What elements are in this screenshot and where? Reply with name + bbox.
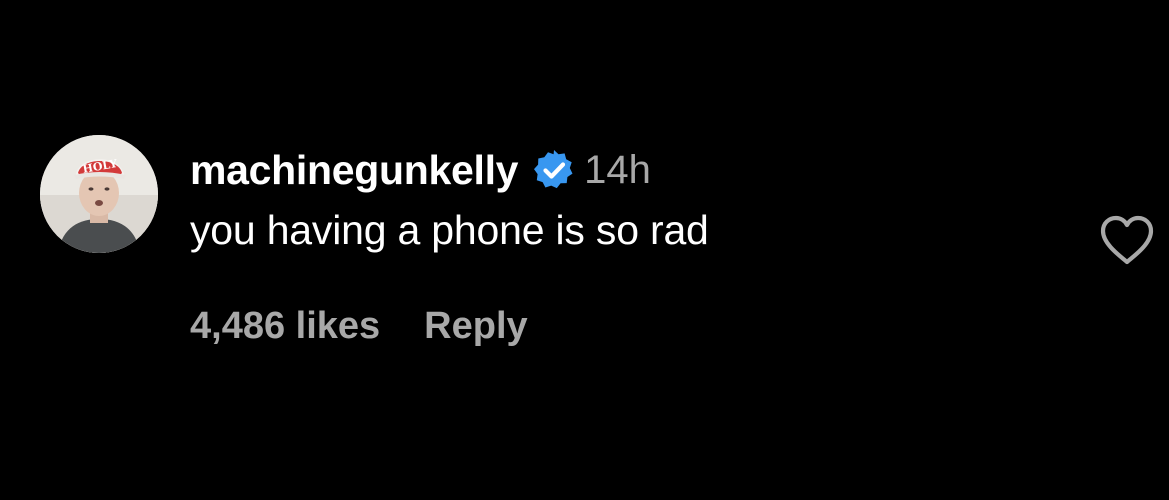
reply-button[interactable]: Reply xyxy=(424,305,527,348)
comment-actions: 4,486 likes Reply xyxy=(190,305,528,348)
heart-outline-icon[interactable] xyxy=(1097,212,1157,268)
comment-text: you having a phone is so rad xyxy=(190,207,709,253)
username-link[interactable]: machinegunkelly xyxy=(190,147,518,194)
avatar[interactable]: HOLY xyxy=(40,135,158,253)
comment-header: machinegunkelly 14h xyxy=(190,138,651,202)
verified-badge-icon xyxy=(532,148,576,192)
avatar-image: HOLY xyxy=(40,135,158,253)
comment-timestamp: 14h xyxy=(584,147,651,192)
likes-count[interactable]: 4,486 likes xyxy=(190,305,380,348)
comment-item: HOLY machinegunkelly 14h you having a ph… xyxy=(0,0,1169,500)
